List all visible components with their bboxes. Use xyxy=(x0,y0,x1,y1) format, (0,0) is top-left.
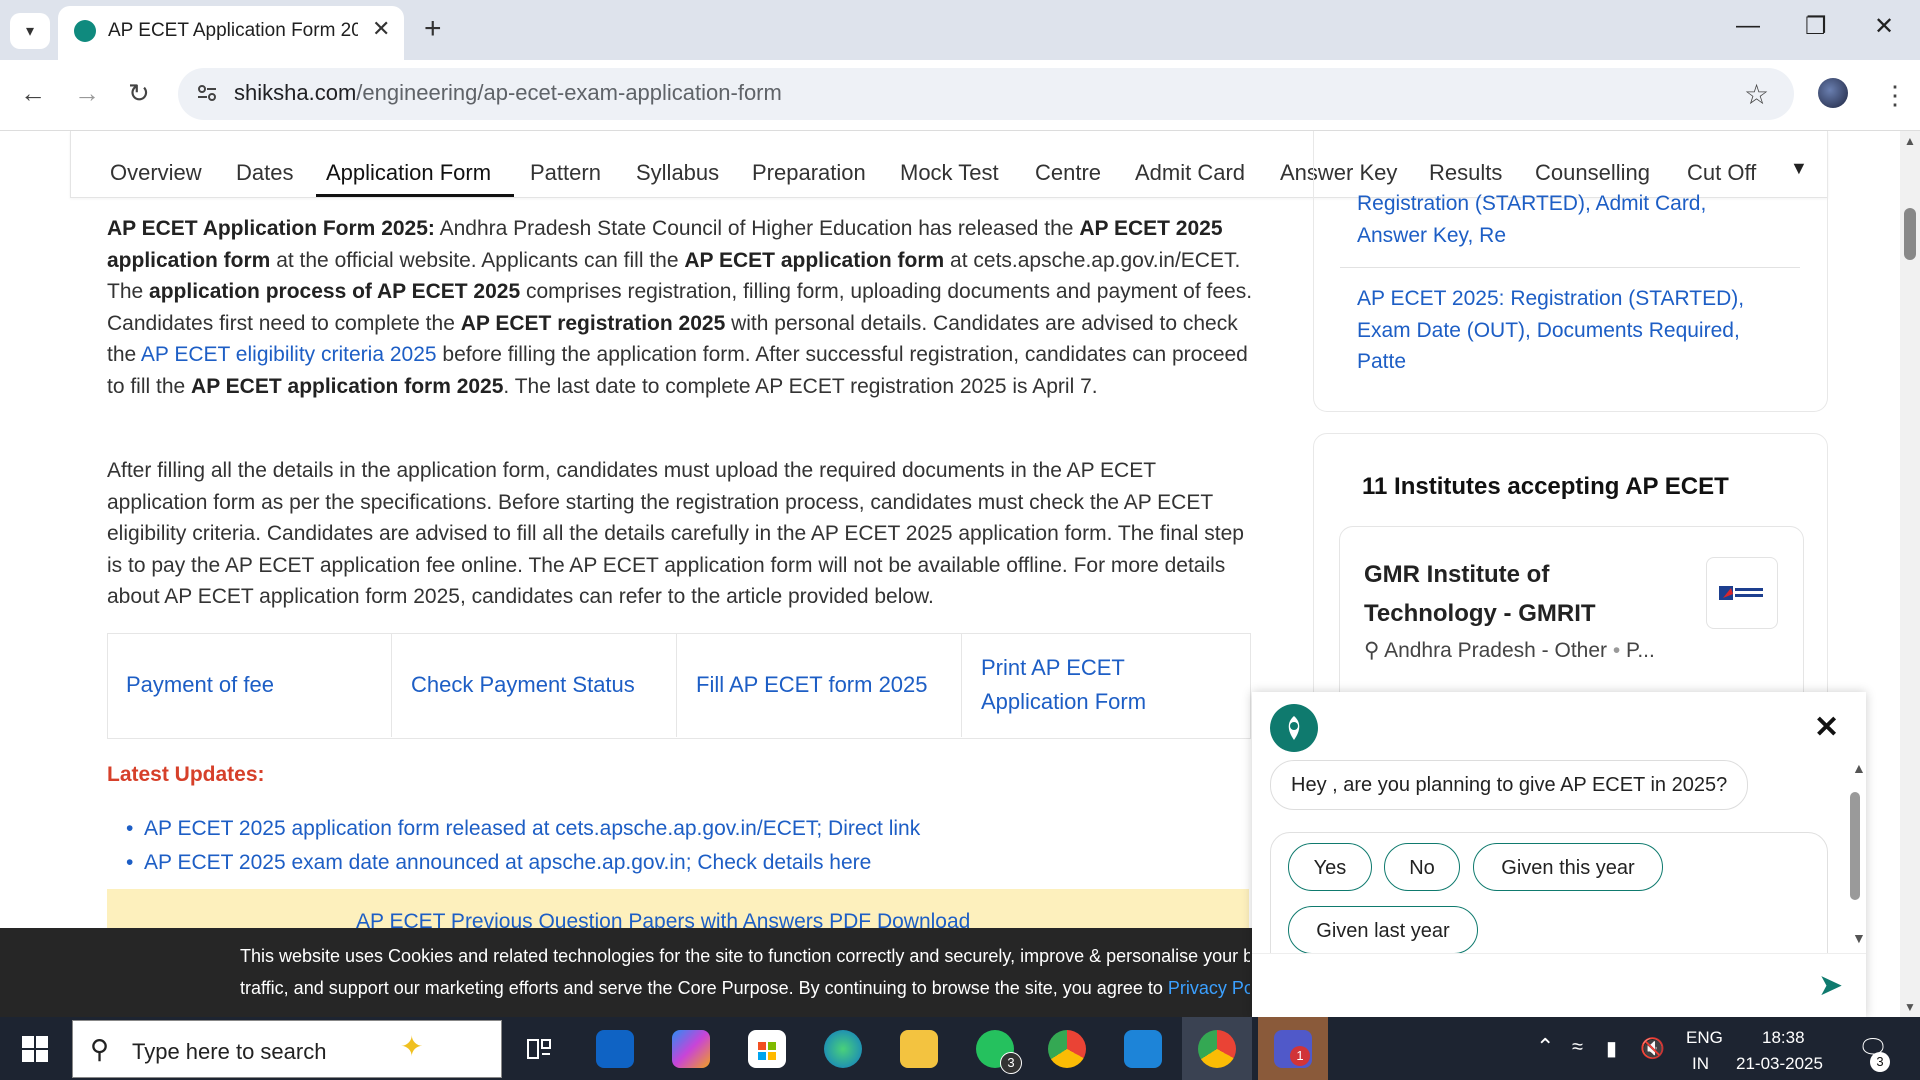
minimize-icon[interactable]: — xyxy=(1736,12,1760,40)
notifications-badge: 3 xyxy=(1870,1052,1890,1072)
copilot-sparkle-icon[interactable]: ✦ xyxy=(400,1030,423,1063)
windows-start-icon[interactable] xyxy=(22,1036,48,1062)
region-indicator[interactable]: IN xyxy=(1692,1054,1709,1074)
chatbot-avatar xyxy=(1270,704,1318,752)
task-view-icon[interactable] xyxy=(520,1030,558,1068)
clock-date[interactable]: 21-03-2025 xyxy=(1736,1054,1823,1074)
tab-admit-card[interactable]: Admit Card xyxy=(1135,160,1245,186)
whatsapp-badge: 3 xyxy=(1000,1052,1022,1074)
tab-dates[interactable]: Dates xyxy=(236,160,293,186)
scroll-up-icon[interactable]: ▲ xyxy=(1904,134,1916,148)
file-explorer-icon[interactable] xyxy=(900,1030,938,1068)
cookie-banner xyxy=(0,928,1252,1017)
shiksha-favicon-icon xyxy=(74,20,96,42)
restore-icon[interactable]: ❐ xyxy=(1805,12,1827,41)
reload-icon[interactable]: ↻ xyxy=(128,78,150,109)
gmrit-logo xyxy=(1706,557,1778,629)
profile-avatar[interactable] xyxy=(1818,78,1848,108)
search-placeholder: Type here to search xyxy=(132,1039,327,1064)
cookie-text: traffic, and support our marketing effor… xyxy=(240,978,1250,999)
chrome-icon[interactable] xyxy=(1048,1030,1086,1068)
latest-updates-label: Latest Updates: xyxy=(107,763,265,786)
language-indicator[interactable]: ENG xyxy=(1686,1028,1723,1048)
divider xyxy=(1340,267,1800,268)
chat-scroll-thumb[interactable] xyxy=(1850,792,1860,900)
search-icon: ⚲ xyxy=(90,1034,110,1064)
tab-syllabus[interactable]: Syllabus xyxy=(636,160,719,186)
details-paragraph: After filling all the details in the app… xyxy=(107,459,1244,608)
registration-link[interactable]: AP ECET registration 2025 xyxy=(461,312,726,335)
microsoft-store-icon[interactable] xyxy=(748,1030,786,1068)
copilot-icon[interactable] xyxy=(672,1030,710,1068)
chat-option-no[interactable]: No xyxy=(1384,843,1460,891)
related-article-link[interactable]: AP ECET 2025: Registration (STARTED), Ex… xyxy=(1357,283,1777,378)
teams-badge: 1 xyxy=(1290,1046,1310,1066)
send-icon[interactable]: ➤ xyxy=(1818,968,1843,1003)
chat-scroll-down-icon[interactable]: ▼ xyxy=(1852,930,1866,946)
tab-close-icon[interactable]: ✕ xyxy=(372,16,390,42)
institute-location: ⚲ Andhra Pradesh - Other • P... xyxy=(1364,639,1655,662)
wifi-icon[interactable]: ≈ xyxy=(1572,1036,1583,1059)
volume-muted-icon[interactable]: 🔇 xyxy=(1640,1036,1665,1061)
tab-preparation[interactable]: Preparation xyxy=(752,160,866,186)
page-scroll-thumb[interactable] xyxy=(1904,208,1916,260)
url-text[interactable]: shiksha.com/engineering/ap-ecet-exam-app… xyxy=(234,80,782,106)
institutes-heading: 11 Institutes accepting AP ECET xyxy=(1362,473,1729,500)
chat-close-icon[interactable]: ✕ xyxy=(1814,710,1839,745)
check-payment-status-link[interactable]: Check Payment Status xyxy=(392,633,677,737)
chat-message: Hey , are you planning to give AP ECET i… xyxy=(1270,760,1749,810)
payment-of-fee-link[interactable]: Payment of fee xyxy=(107,633,392,737)
edge-icon[interactable] xyxy=(824,1030,862,1068)
chat-option-given-last-year[interactable]: Given last year xyxy=(1288,906,1478,954)
vscode-icon[interactable] xyxy=(1124,1030,1162,1068)
clock-time[interactable]: 18:38 xyxy=(1762,1028,1805,1048)
chat-option-yes[interactable]: Yes xyxy=(1288,843,1372,891)
bookmark-star-icon[interactable]: ☆ xyxy=(1744,78,1769,111)
tab-pattern[interactable]: Pattern xyxy=(530,160,601,186)
forward-icon[interactable]: → xyxy=(74,78,100,109)
active-tab-indicator xyxy=(316,194,514,197)
browser-menu-icon[interactable]: ⋮ xyxy=(1882,80,1908,111)
tray-overflow-icon[interactable]: ⌃ xyxy=(1536,1034,1554,1060)
chat-option-given-this-year[interactable]: Given this year xyxy=(1473,843,1663,891)
tab-title: AP ECET Application Form 2025 xyxy=(108,20,358,41)
tab-mock-test[interactable]: Mock Test xyxy=(900,160,999,186)
related-article-link[interactable]: Registration (STARTED), Admit Card, Answ… xyxy=(1357,188,1777,251)
outlook-icon[interactable] xyxy=(596,1030,634,1068)
tab-overview[interactable]: Overview xyxy=(110,160,202,186)
chat-input[interactable] xyxy=(1252,953,1866,1018)
window-close-icon[interactable]: ✕ xyxy=(1874,12,1894,41)
site-info-icon[interactable] xyxy=(196,82,218,104)
back-icon[interactable]: ← xyxy=(20,78,46,109)
institute-name[interactable]: GMR Institute of Technology - GMRIT xyxy=(1364,555,1684,633)
chrome-profile-icon[interactable] xyxy=(1198,1030,1236,1068)
tab-search-chevron-icon[interactable]: ▾ xyxy=(10,13,50,49)
page-scrollbar[interactable] xyxy=(1900,131,1920,1017)
print-application-form-link[interactable]: Print AP ECET Application Form xyxy=(962,633,1247,737)
battery-icon[interactable]: ▮ xyxy=(1606,1036,1617,1061)
update-link[interactable]: AP ECET 2025 application form released a… xyxy=(126,817,920,841)
eligibility-link[interactable]: AP ECET eligibility criteria 2025 xyxy=(141,343,437,366)
new-tab-icon[interactable]: + xyxy=(424,12,442,46)
privacy-policy-link[interactable]: Privacy Po xyxy=(1168,978,1250,998)
chat-scroll-up-icon[interactable]: ▲ xyxy=(1852,760,1866,776)
tab-centre[interactable]: Centre xyxy=(1035,160,1101,186)
cookie-text: This website uses Cookies and related te… xyxy=(240,946,1250,966)
fill-form-link[interactable]: Fill AP ECET form 2025 xyxy=(677,633,962,737)
intro-paragraph: AP ECET Application Form 2025: Andhra Pr… xyxy=(107,217,1253,398)
location-pin-icon: ⚲ xyxy=(1364,639,1385,662)
tab-application-form[interactable]: Application Form xyxy=(326,160,491,186)
scroll-down-icon[interactable]: ▼ xyxy=(1904,1000,1916,1014)
update-link[interactable]: AP ECET 2025 exam date announced at apsc… xyxy=(126,851,871,875)
